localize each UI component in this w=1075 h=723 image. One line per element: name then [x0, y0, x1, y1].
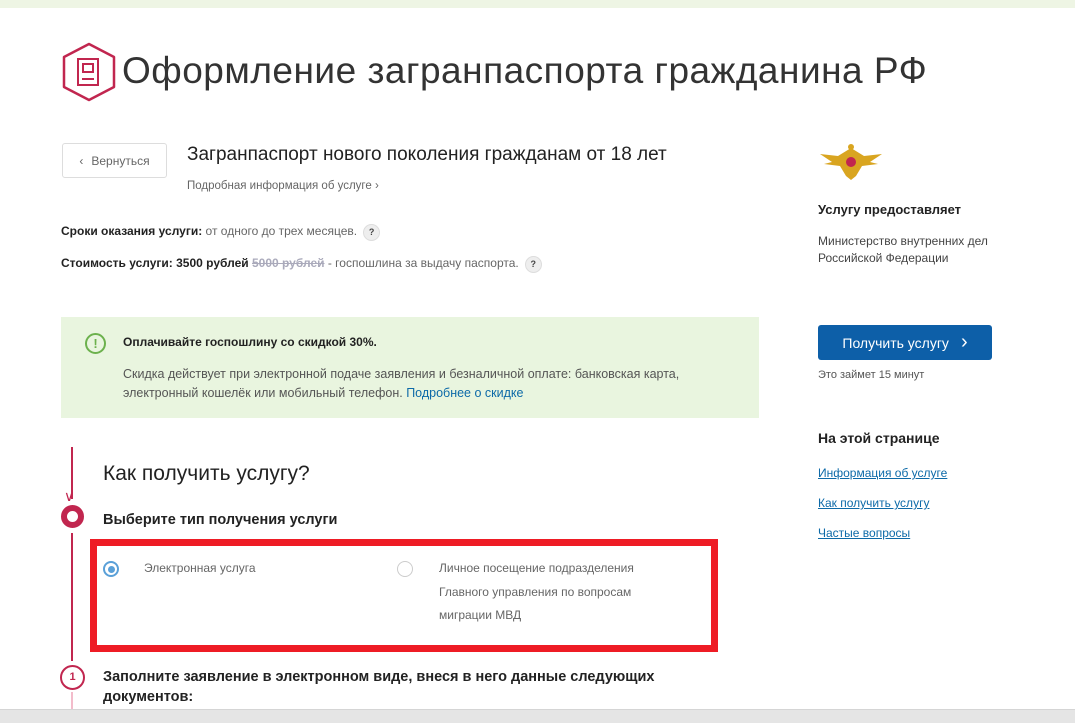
link-faq[interactable]: Частые вопросы: [818, 526, 910, 540]
promo-heading: Оплачивайте госпошлину со скидкой 30%.: [123, 335, 377, 349]
cost-line: Стоимость услуги: 3500 рублей 5000 рубле…: [61, 256, 542, 273]
step-current-icon: [61, 505, 84, 528]
radio-personal-visit[interactable]: [397, 561, 413, 577]
chevron-right-icon: ›: [374, 180, 379, 192]
discount-banner: ! Оплачивайте госпошлину со скидкой 30%.…: [61, 317, 759, 418]
discount-link[interactable]: Подробнее о скидке: [406, 386, 523, 400]
how-heading: Как получить услугу?: [103, 462, 310, 485]
back-button[interactable]: ‹ Вернуться: [62, 143, 167, 178]
on-page-heading: На этой странице: [818, 430, 940, 446]
link-service-info[interactable]: Информация об услуге: [818, 466, 947, 480]
bottom-bar: [0, 709, 1075, 723]
mvd-emblem-icon: [818, 142, 884, 187]
provider-name: Министерство внутренних дел Российской Ф…: [818, 234, 988, 265]
arrow-down-icon: ∨: [64, 488, 75, 504]
timeline-line: [71, 692, 73, 709]
link-how-to-get[interactable]: Как получить услугу: [818, 496, 929, 510]
help-icon[interactable]: ?: [363, 224, 381, 241]
step-1: Заполните заявление в электронном виде, …: [103, 669, 655, 705]
option-personal-visit[interactable]: Личное посещение подразделения Главного …: [439, 557, 669, 628]
duration-text: Это займет 15 минут: [818, 369, 925, 381]
provider-heading: Услугу предоставляет: [818, 202, 962, 217]
step-number: 1: [60, 665, 85, 690]
service-name: Загранпаспорт нового поколения гражданам…: [187, 144, 667, 165]
radio-electronic[interactable]: [103, 561, 119, 577]
info-icon: !: [85, 333, 106, 354]
help-icon[interactable]: ?: [524, 256, 542, 273]
option-electronic[interactable]: Электронная услуга: [144, 557, 256, 581]
passport-logo-icon: [60, 42, 118, 107]
timeline-line: [71, 533, 73, 661]
page-title: Оформление загранпаспорта гражданина РФ: [122, 50, 928, 91]
chevron-right-icon: ›: [960, 331, 968, 353]
terms-line: Сроки оказания услуги: от одного до трех…: [61, 224, 381, 241]
top-bar: [0, 0, 1075, 8]
get-service-button[interactable]: Получить услугу ›: [818, 325, 992, 360]
chevron-left-icon: ‹: [79, 153, 84, 168]
step-choose: Выберите тип получения услуги: [103, 512, 338, 528]
back-label: Вернуться: [91, 153, 150, 168]
promo-text: Скидка действует при электронной подаче …: [123, 367, 680, 400]
more-info-link[interactable]: Подробная информация об услуге ›: [187, 180, 379, 192]
